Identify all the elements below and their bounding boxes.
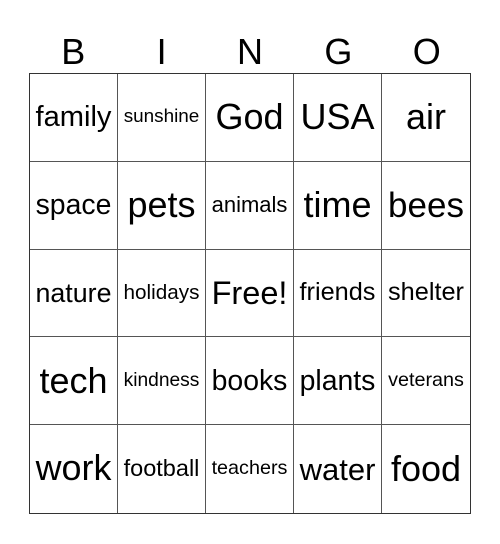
bingo-cell[interactable]: plants xyxy=(294,337,382,426)
header-letter-g: G xyxy=(324,31,353,72)
header-letter-n: N xyxy=(236,31,263,72)
cell-text: pets xyxy=(127,184,196,226)
header-letter-o: O xyxy=(412,31,441,72)
bingo-cell[interactable]: holidays xyxy=(118,249,206,338)
cell-text: veterans xyxy=(388,368,464,391)
cell-text: football xyxy=(123,455,200,482)
cell-text: teachers xyxy=(211,457,288,480)
bingo-cell[interactable]: veterans xyxy=(382,337,470,426)
cell-text: air xyxy=(405,96,446,138)
cell-text: food xyxy=(390,448,462,490)
cell-text: family xyxy=(35,100,112,133)
bingo-cell[interactable]: time xyxy=(294,161,382,250)
cell-text: tech xyxy=(39,359,108,401)
bingo-header: B I N G O xyxy=(29,30,471,73)
bingo-cell[interactable]: air xyxy=(382,74,470,162)
bingo-cell[interactable]: friends xyxy=(294,249,382,338)
cell-text: friends xyxy=(299,278,376,307)
cell-text: bees xyxy=(388,185,464,225)
bingo-cell[interactable]: nature xyxy=(30,249,118,338)
cell-text: time xyxy=(303,184,372,226)
cell-text: books xyxy=(211,364,288,397)
bingo-cell[interactable]: pets xyxy=(118,161,206,250)
bingo-cell[interactable]: family xyxy=(30,74,118,162)
bingo-cell[interactable]: bees xyxy=(382,162,470,250)
free-space-cell[interactable]: Free! xyxy=(206,249,294,338)
cell-text: animals xyxy=(211,192,288,218)
cell-text: space xyxy=(35,188,112,221)
bingo-cell[interactable]: teachers xyxy=(206,425,294,513)
cell-text: plants xyxy=(299,364,376,397)
cell-text: God xyxy=(215,96,284,138)
bingo-cell[interactable]: books xyxy=(206,337,294,426)
cell-text: nature xyxy=(35,277,112,308)
header-letter-b: B xyxy=(61,31,86,72)
cell-text: sunshine xyxy=(123,105,200,127)
bingo-cell[interactable]: God xyxy=(206,74,294,162)
cell-text: work xyxy=(35,448,112,489)
bingo-cell[interactable]: tech xyxy=(30,337,118,426)
bingo-cell[interactable]: space xyxy=(30,161,118,250)
bingo-cell[interactable]: kindness xyxy=(118,337,206,426)
free-space-text: Free! xyxy=(211,274,288,311)
cell-text: kindness xyxy=(123,370,200,392)
bingo-cell[interactable]: work xyxy=(30,425,118,513)
bingo-cell[interactable]: USA xyxy=(294,74,382,162)
bingo-cell[interactable]: food xyxy=(382,425,470,513)
bingo-cell[interactable]: water xyxy=(294,425,382,513)
cell-text: water xyxy=(299,451,376,487)
cell-text: USA xyxy=(300,96,375,138)
cell-text: holidays xyxy=(123,280,200,304)
bingo-cell[interactable]: animals xyxy=(206,161,294,250)
bingo-cell[interactable]: football xyxy=(118,425,206,513)
bingo-cell[interactable]: sunshine xyxy=(118,74,206,162)
bingo-cell[interactable]: shelter xyxy=(382,250,470,338)
header-letter-i: I xyxy=(156,31,167,72)
cell-text: shelter xyxy=(388,278,464,307)
bingo-grid: family sunshine God USA air space pets a… xyxy=(29,73,471,514)
